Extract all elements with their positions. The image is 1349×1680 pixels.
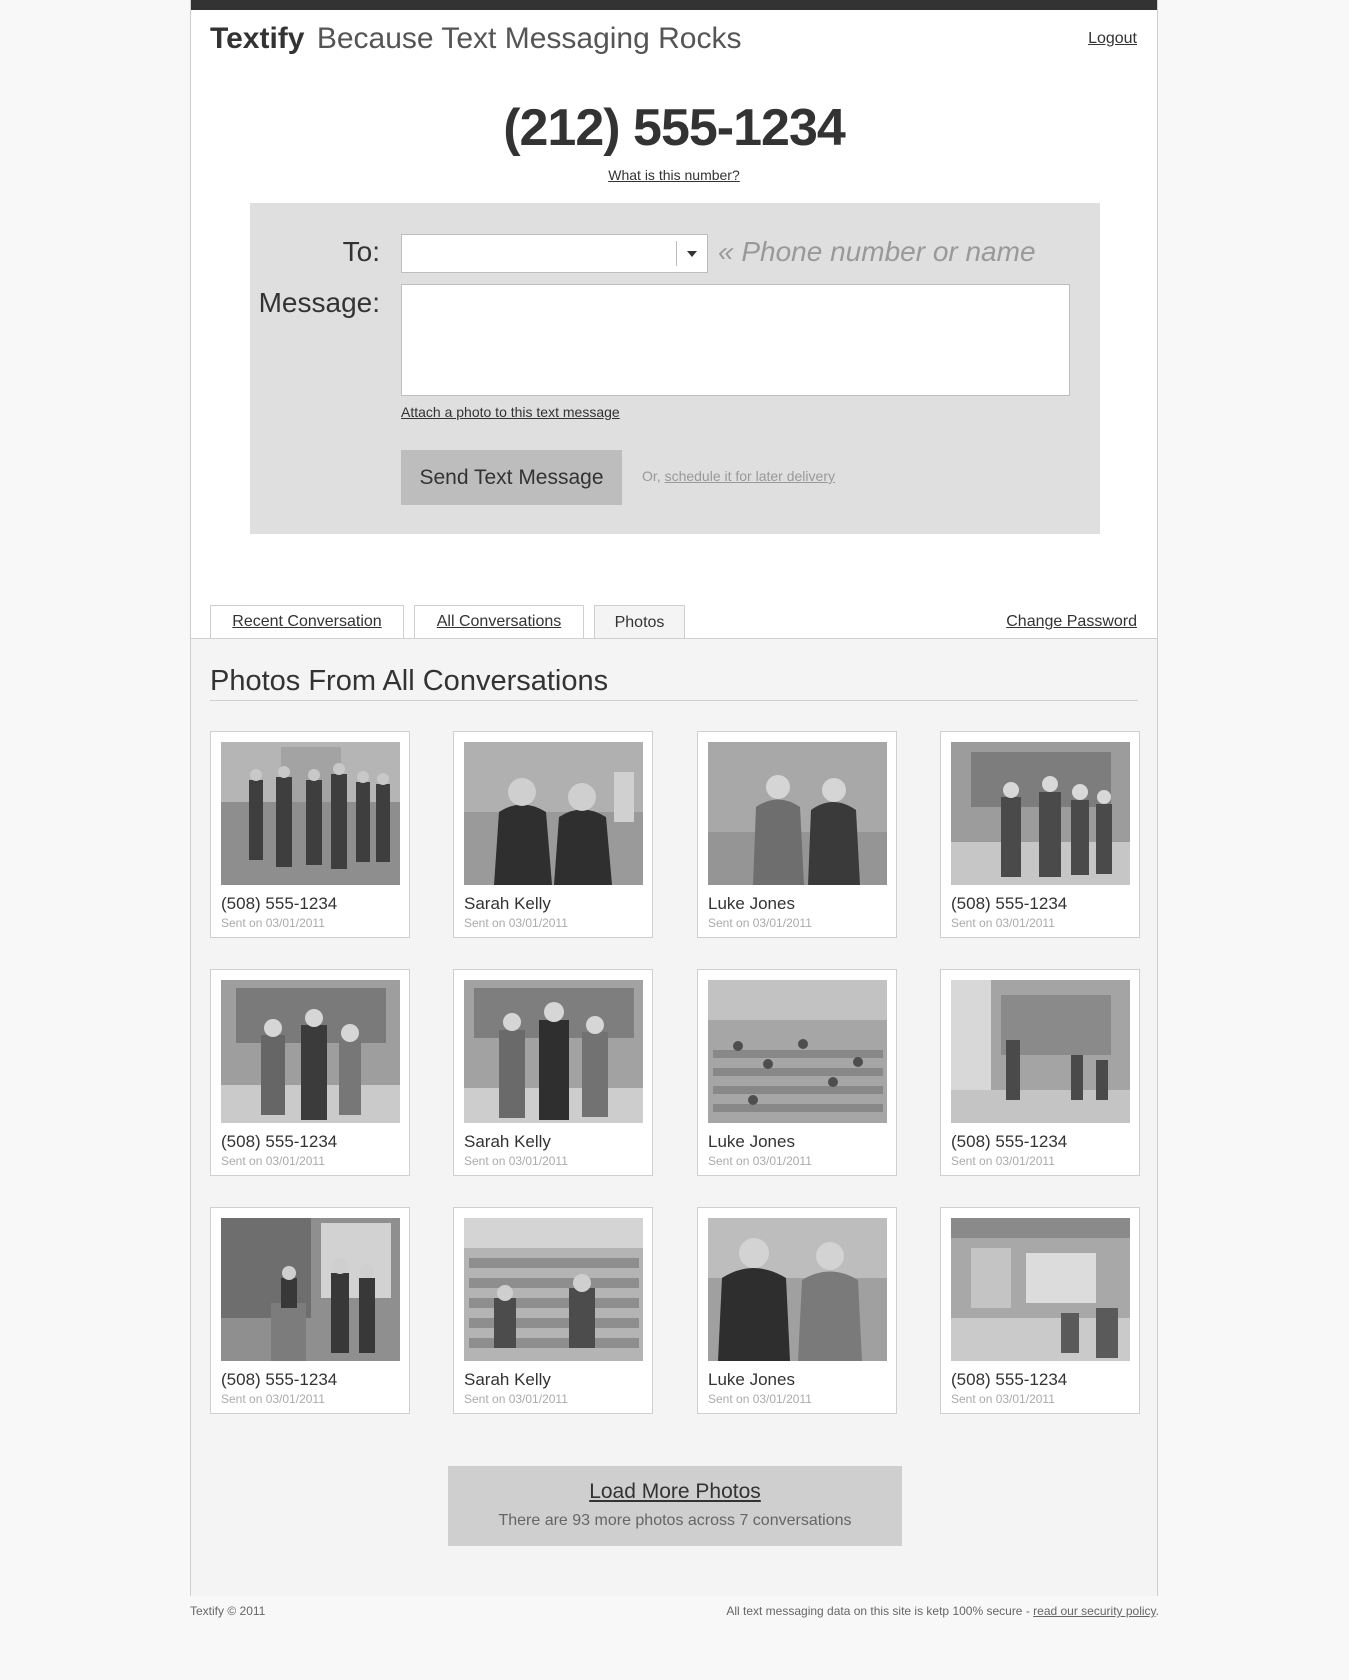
- photos-title: Photos From All Conversations: [210, 665, 609, 697]
- photo-sent-date: Sent on 03/01/2011: [951, 1392, 1055, 1406]
- photo-card[interactable]: (508) 555-1234 Sent on 03/01/2011: [210, 1207, 410, 1414]
- photo-thumbnail[interactable]: [951, 742, 1130, 885]
- photo-sent-date: Sent on 03/01/2011: [221, 1154, 325, 1168]
- photo-thumbnail[interactable]: [221, 1218, 400, 1361]
- message-label: Message:: [258, 287, 380, 318]
- brand-tagline: Because Text Messaging Rocks: [316, 22, 742, 55]
- recipient-hint: « Phone number or name: [718, 236, 1036, 267]
- photo-card[interactable]: Sarah Kelly Sent on 03/01/2011: [453, 1207, 653, 1414]
- photo-card[interactable]: Luke Jones Sent on 03/01/2011: [697, 969, 897, 1176]
- photo-sender: Sarah Kelly: [464, 894, 551, 913]
- tab-all-conversations[interactable]: All Conversations: [414, 605, 584, 638]
- photo-thumbnail[interactable]: [464, 980, 643, 1123]
- footer-security-note: All text messaging data on this site is …: [726, 1604, 1159, 1618]
- photo-thumbnail[interactable]: [464, 742, 643, 885]
- photo-sent-date: Sent on 03/01/2011: [221, 916, 325, 930]
- tab-photos[interactable]: Photos: [594, 605, 685, 639]
- photo-card[interactable]: (508) 555-1234 Sent on 03/01/2011: [940, 969, 1140, 1176]
- photo-sent-date: Sent on 03/01/2011: [708, 1154, 812, 1168]
- to-label: To:: [342, 236, 380, 267]
- photo-thumbnail[interactable]: [464, 1218, 643, 1361]
- photo-thumbnail[interactable]: [708, 980, 887, 1123]
- message-textarea[interactable]: [401, 284, 1070, 396]
- load-more-photos-button[interactable]: Load More Photos There are 93 more photo…: [448, 1466, 902, 1546]
- photo-thumbnail[interactable]: [221, 742, 400, 885]
- photo-sender: (508) 555-1234: [951, 1132, 1068, 1151]
- photo-sender: (508) 555-1234: [221, 1132, 338, 1151]
- schedule-prefix: Or,: [642, 468, 665, 484]
- compose-panel: To: « Phone number or name Message: Atta…: [250, 203, 1100, 534]
- chevron-down-icon: [687, 251, 697, 257]
- photo-sent-date: Sent on 03/01/2011: [464, 1392, 568, 1406]
- photo-thumbnail[interactable]: [708, 742, 887, 885]
- photo-sender: (508) 555-1234: [221, 1370, 338, 1389]
- send-text-message-button[interactable]: Send Text Message: [401, 450, 622, 505]
- footer-copyright: Textify © 2011: [190, 1604, 266, 1618]
- photo-sent-date: Sent on 03/01/2011: [464, 916, 568, 930]
- change-password-link[interactable]: Change Password: [1006, 613, 1137, 631]
- security-policy-link[interactable]: read our security policy: [1033, 1604, 1156, 1618]
- assigned-phone-number: (212) 555-1234: [503, 99, 846, 157]
- brand-name: Textify: [210, 22, 305, 55]
- logout-link[interactable]: Logout: [1088, 30, 1137, 48]
- photo-sent-date: Sent on 03/01/2011: [708, 1392, 812, 1406]
- divider: [210, 700, 1138, 701]
- photo-card[interactable]: Sarah Kelly Sent on 03/01/2011: [453, 731, 653, 938]
- photos-panel: Photos From All Conversations (508) 555-…: [191, 638, 1157, 1596]
- load-more-label: Load More Photos: [589, 1480, 761, 1503]
- recipient-select[interactable]: [401, 234, 708, 273]
- photo-sent-date: Sent on 03/01/2011: [951, 916, 1055, 930]
- page-container: Textify Because Text Messaging Rocks Log…: [190, 0, 1158, 1596]
- photo-sender: Sarah Kelly: [464, 1132, 551, 1151]
- photo-card[interactable]: (508) 555-1234 Sent on 03/01/2011: [210, 731, 410, 938]
- photo-card[interactable]: Sarah Kelly Sent on 03/01/2011: [453, 969, 653, 1176]
- schedule-later-link[interactable]: schedule it for later delivery: [665, 468, 835, 484]
- photo-sender: Luke Jones: [708, 894, 795, 913]
- photo-sender: Luke Jones: [708, 1132, 795, 1151]
- top-bar: [191, 0, 1157, 10]
- photo-sent-date: Sent on 03/01/2011: [708, 916, 812, 930]
- photo-card[interactable]: (508) 555-1234 Sent on 03/01/2011: [940, 1207, 1140, 1414]
- photo-sender: Sarah Kelly: [464, 1370, 551, 1389]
- photo-sent-date: Sent on 03/01/2011: [951, 1154, 1055, 1168]
- photo-thumbnail[interactable]: [951, 1218, 1130, 1361]
- schedule-note: Or, schedule it for later delivery: [642, 468, 835, 484]
- photo-card[interactable]: Luke Jones Sent on 03/01/2011: [697, 1207, 897, 1414]
- tab-label: All Conversations: [436, 613, 562, 630]
- photo-thumbnail[interactable]: [708, 1218, 887, 1361]
- tab-recent-conversation[interactable]: Recent Conversation: [210, 605, 404, 638]
- photo-thumbnail[interactable]: [951, 980, 1130, 1123]
- load-more-detail: There are 93 more photos across 7 conver…: [498, 1512, 852, 1529]
- brand: Textify Because Text Messaging Rocks: [210, 22, 741, 56]
- photo-card[interactable]: (508) 555-1234 Sent on 03/01/2011: [940, 731, 1140, 938]
- security-suffix: .: [1155, 1604, 1159, 1618]
- photo-sender: (508) 555-1234: [221, 894, 338, 913]
- photo-thumbnail[interactable]: [221, 980, 400, 1123]
- attach-photo-link[interactable]: Attach a photo to this text message: [401, 404, 620, 420]
- photo-sent-date: Sent on 03/01/2011: [221, 1392, 325, 1406]
- what-is-this-number-link[interactable]: What is this number?: [191, 167, 1157, 183]
- tab-label: Recent Conversation: [232, 613, 382, 630]
- photo-sender: Luke Jones: [708, 1370, 795, 1389]
- photo-card[interactable]: (508) 555-1234 Sent on 03/01/2011: [210, 969, 410, 1176]
- security-text: All text messaging data on this site is …: [726, 1604, 1034, 1618]
- photo-card[interactable]: Luke Jones Sent on 03/01/2011: [697, 731, 897, 938]
- tab-label: Photos: [614, 613, 665, 631]
- photo-sender: (508) 555-1234: [951, 1370, 1068, 1389]
- recipient-dropdown-toggle[interactable]: [676, 241, 707, 266]
- photo-sent-date: Sent on 03/01/2011: [464, 1154, 568, 1168]
- photo-sender: (508) 555-1234: [951, 894, 1068, 913]
